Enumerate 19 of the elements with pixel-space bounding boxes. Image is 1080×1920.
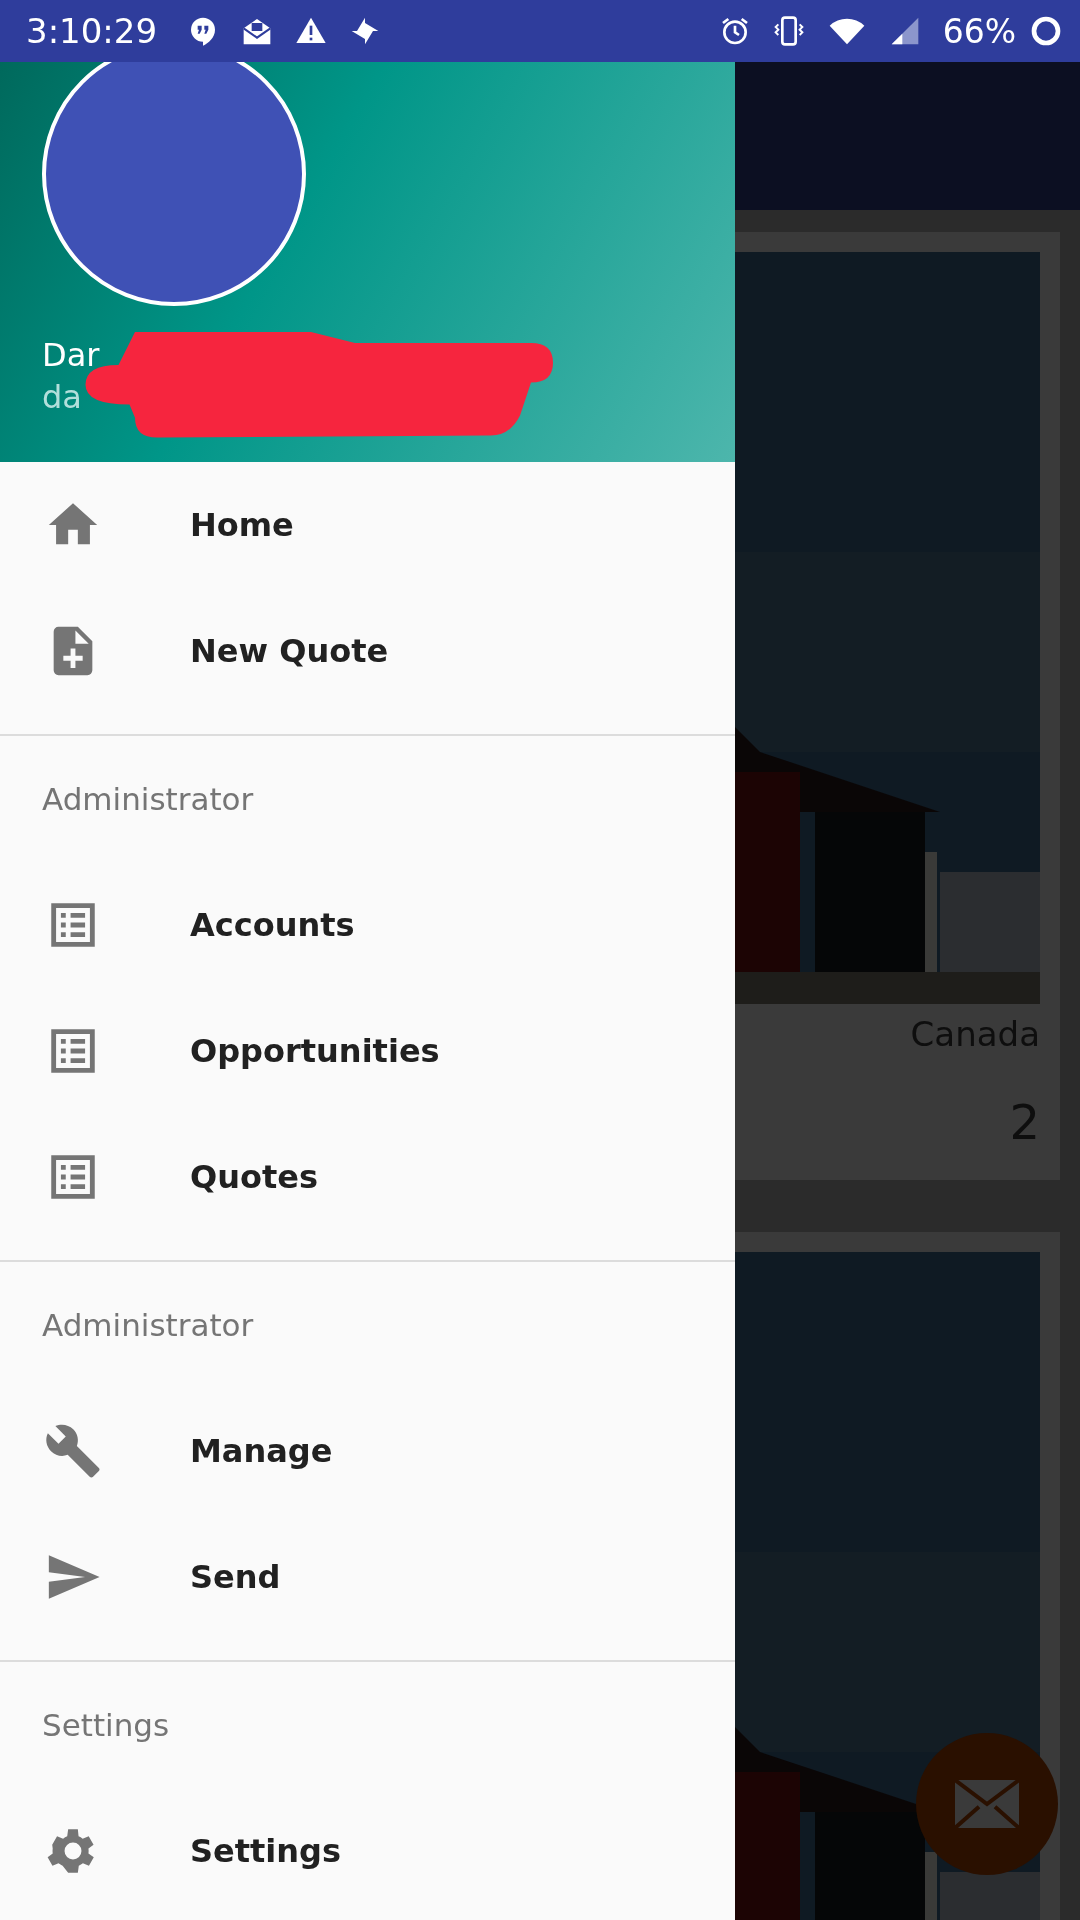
menu-item[interactable]: Accounts [0, 862, 735, 988]
mail-icon [955, 1780, 1019, 1828]
menu-item[interactable]: Opportunities [0, 988, 735, 1114]
wrench-icon [44, 1422, 102, 1480]
menu-item[interactable]: Manage [0, 1388, 735, 1514]
vibrate-icon [772, 15, 805, 47]
user-email: da [42, 378, 83, 416]
clock-time: 3:10:29 [26, 11, 158, 51]
menu-item[interactable]: Settings [0, 1788, 735, 1914]
user-name: Dar [42, 336, 101, 374]
section-title: Administrator [41, 780, 255, 819]
menu-item[interactable]: New Quote [0, 588, 735, 714]
menu-item[interactable]: Home [0, 462, 735, 588]
section-title: Administrator [41, 1306, 255, 1345]
menu-item[interactable]: Send [0, 1514, 735, 1640]
battery-ring-icon [1030, 15, 1062, 47]
battery-percent: 66% [942, 11, 1016, 51]
section-title: Settings [41, 1706, 171, 1745]
menu-item[interactable]: Quotes [0, 1114, 735, 1240]
